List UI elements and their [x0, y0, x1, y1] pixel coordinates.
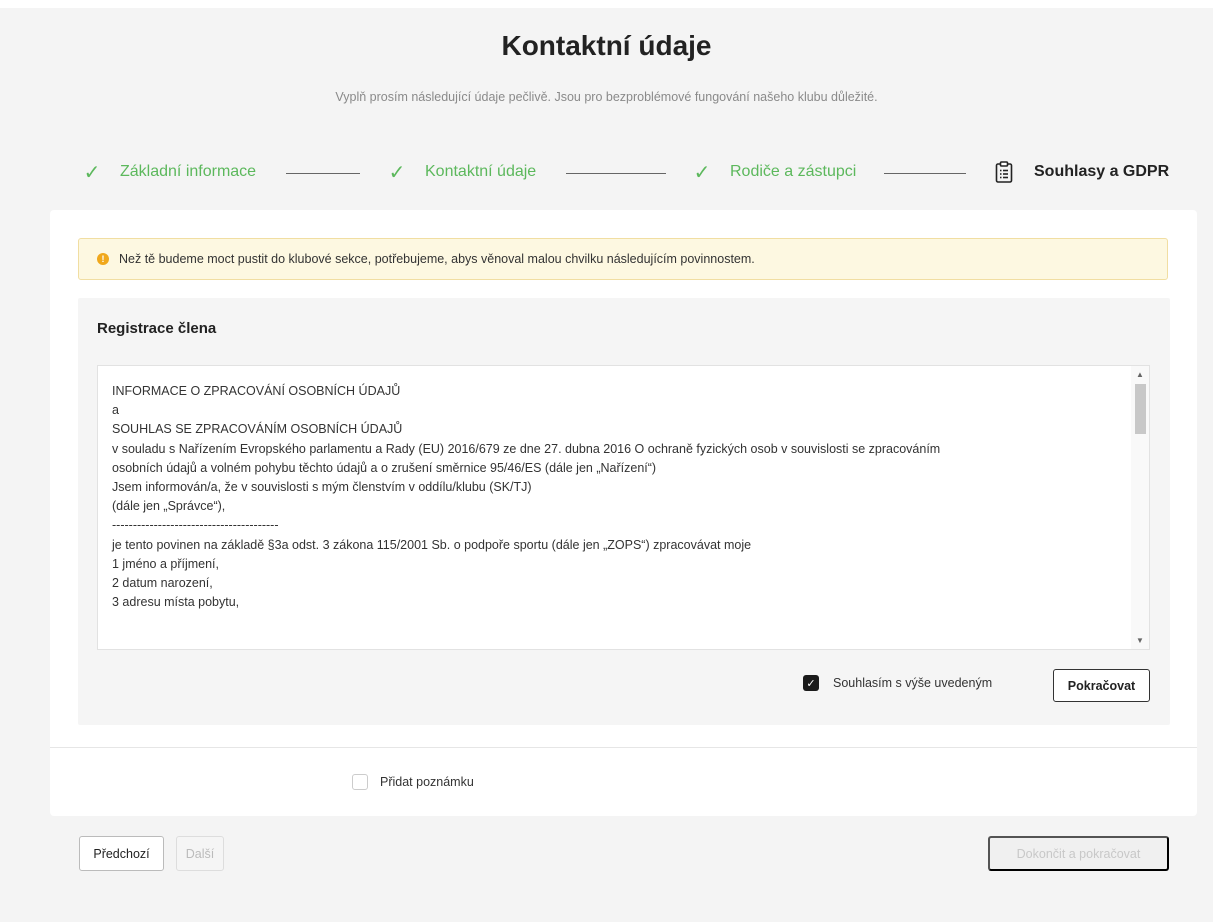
page-subtitle: Vyplň prosím následující údaje pečlivě. … — [335, 90, 878, 104]
step-gdpr[interactable]: Souhlasy a GDPR — [992, 160, 1169, 184]
check-icon: ✓ — [693, 161, 711, 184]
warning-dot-icon: ! — [97, 253, 109, 265]
gdpr-text: INFORMACE O ZPRACOVÁNÍ OSOBNÍCH ÚDAJŮ a SO… — [112, 382, 1122, 612]
gdpr-text-line: je tento povinen na základě §3a odst. 3 … — [112, 537, 752, 552]
step-connector — [884, 173, 966, 174]
check-icon: ✓ — [83, 161, 101, 184]
page-title: Kontaktní údaje — [501, 30, 712, 61]
gdpr-text-line: osobních údajů a volném pohybu těchto úd… — [112, 460, 657, 475]
step-basic-info[interactable]: ✓ Základní informace — [80, 160, 256, 184]
divider — [50, 747, 1197, 748]
step-label: Kontaktní údaje — [425, 163, 537, 180]
step-parents[interactable]: ✓ Rodiče a zástupci — [690, 160, 857, 184]
add-note-row[interactable]: Přidat poznámku — [352, 774, 474, 790]
gdpr-text-box[interactable]: INFORMACE O ZPRACOVÁNÍ OSOBNÍCH ÚDAJŮ a SO… — [97, 365, 1150, 650]
check-icon: ✓ — [388, 161, 406, 184]
gdpr-text-line: 2 datum narození, — [112, 576, 213, 591]
gdpr-text-line: (dále jen „Správce“), — [112, 499, 226, 514]
gdpr-text-line: 3 adresu místa pobytu, — [112, 595, 240, 610]
scrollbar[interactable]: ▲ ▼ — [1131, 366, 1149, 649]
agree-checkbox-row[interactable]: ✓ Souhlasím s výše uvedeným — [803, 675, 992, 691]
step-connector — [566, 173, 666, 174]
gdpr-text-line: v souladu s Nařízením Evropského parlame… — [112, 441, 941, 456]
add-note-checkbox[interactable] — [352, 774, 368, 790]
next-button[interactable]: Další — [176, 836, 224, 871]
clipboard-list-icon — [995, 161, 1013, 183]
previous-button[interactable]: Předchozí — [79, 836, 164, 871]
agree-checkbox[interactable]: ✓ — [803, 675, 819, 691]
form-card: ! Než tě budeme moct pustit do klubové s… — [50, 210, 1197, 816]
continue-button[interactable]: Pokračovat — [1053, 669, 1150, 702]
step-label: Rodiče a zástupci — [730, 163, 857, 180]
scroll-up-icon[interactable]: ▲ — [1131, 370, 1149, 379]
alert-text: Než tě budeme moct pustit do klubové sek… — [119, 252, 755, 266]
scrollbar-thumb[interactable] — [1135, 384, 1146, 434]
gdpr-text-line: ---------------------------------------- — [112, 518, 279, 533]
gdpr-text-line: 1 jméno a příjmení, — [112, 556, 219, 571]
gdpr-text-line: SOUHLAS SE ZPRACOVÁNÍM OSOBNÍCH ÚDAJŮ — [112, 422, 403, 437]
top-bar — [0, 0, 1213, 8]
gdpr-text-line: INFORMACE O ZPRACOVÁNÍ OSOBNÍCH ÚDAJŮ — [112, 384, 401, 398]
info-alert: ! Než tě budeme moct pustit do klubové s… — [78, 238, 1168, 280]
step-label: Základní informace — [120, 163, 257, 180]
agree-label: Souhlasím s výše uvedeným — [833, 676, 993, 690]
finish-button[interactable]: Dokončit a pokračovat — [988, 836, 1169, 871]
gdpr-text-line: Jsem informován/a, že v souvislosti s mý… — [112, 480, 532, 495]
add-note-label: Přidat poznámku — [380, 775, 474, 789]
step-label: Souhlasy a GDPR — [1034, 163, 1170, 180]
step-connector — [286, 173, 360, 174]
step-contact-info[interactable]: ✓ Kontaktní údaje — [385, 160, 537, 184]
scroll-down-icon[interactable]: ▼ — [1131, 636, 1149, 645]
gdpr-text-line: a — [112, 403, 119, 418]
consent-section: Registrace člena INFORMACE O ZPRACOVÁNÍ … — [78, 298, 1170, 725]
section-title: Registrace člena — [97, 320, 217, 337]
